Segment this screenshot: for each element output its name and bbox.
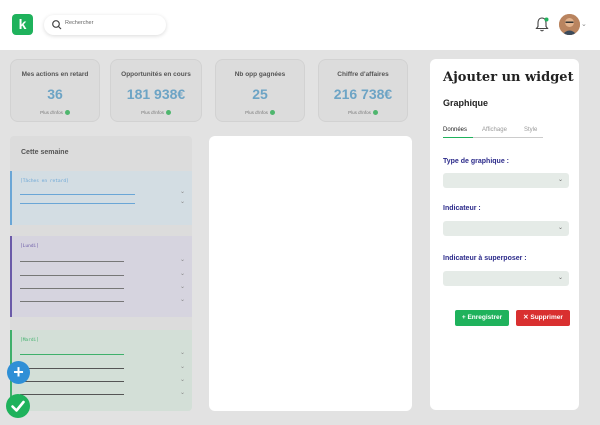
kpi-value: 36 [47, 86, 63, 102]
chevron-down-icon[interactable]: ⌄ [581, 20, 587, 28]
chevron-down-icon[interactable]: ⌄ [180, 296, 185, 303]
chevron-down-icon[interactable]: ⌄ [180, 363, 185, 370]
check-icon [11, 400, 25, 412]
chevron-down-icon[interactable]: ⌄ [180, 188, 185, 195]
kpi-value: 216 738€ [333, 86, 393, 102]
top-bar: k Rechercher ⌄ [0, 0, 600, 50]
close-icon: ✕ [523, 314, 529, 321]
kpi-title: Chiffre d'affaires [337, 71, 389, 78]
day-label: [Tâches en retard] [20, 179, 69, 184]
kpi-card-late-actions[interactable]: Mes actions en retard 36 Plus d'infos [10, 59, 100, 122]
day-section-monday[interactable]: [Lundi] ⌄ ⌄ ⌄ ⌄ [10, 236, 192, 317]
chevron-down-icon[interactable]: ⌄ [180, 389, 185, 396]
day-section-late-tasks[interactable]: [Tâches en retard] ⌄ ⌄ [10, 171, 192, 225]
chevron-down-icon[interactable]: ⌄ [180, 349, 185, 356]
tab-style[interactable]: Style [524, 127, 537, 136]
kpi-more-link[interactable]: Plus d'infos [111, 110, 201, 116]
save-button[interactable]: + Enregistrer [455, 310, 509, 326]
widget-title: Cette semaine [21, 149, 69, 156]
panel-title: Ajouter un widget [443, 70, 574, 85]
info-dot-icon [372, 110, 378, 116]
task-line [20, 194, 135, 195]
plus-icon: + [461, 314, 466, 321]
info-dot-icon [165, 110, 171, 116]
kpi-title: Opportunités en cours [121, 71, 191, 78]
kpi-card-opportunities[interactable]: Opportunités en cours 181 938€ Plus d'in… [110, 59, 202, 122]
search-box[interactable]: Rechercher [44, 15, 166, 35]
add-floating-button[interactable]: + [7, 361, 30, 384]
chevron-down-icon[interactable]: ⌄ [180, 270, 185, 277]
chevron-down-icon[interactable]: ⌄ [180, 256, 185, 263]
task-line [20, 288, 124, 289]
plus-icon: + [13, 362, 24, 382]
kpi-title: Nb opp gagnées [234, 71, 286, 78]
kpi-more-link[interactable]: Plus d'infos [11, 110, 99, 116]
overlay-indicator-select[interactable]: ⌄ [443, 271, 569, 286]
chevron-down-icon: ⌄ [557, 275, 563, 281]
panel-subtitle: Graphique [443, 98, 489, 108]
task-line [20, 354, 124, 355]
task-line [20, 203, 135, 204]
day-label: [Mardi] [20, 338, 39, 343]
bell-icon[interactable] [534, 16, 550, 33]
field-label-indicator: Indicateur : [443, 205, 481, 212]
add-widget-panel: Ajouter un widget Graphique Données Affi… [430, 59, 579, 410]
chevron-down-icon: ⌄ [557, 177, 563, 183]
chevron-down-icon: ⌄ [557, 225, 563, 231]
chevron-down-icon[interactable]: ⌄ [180, 283, 185, 290]
this-week-widget: Cette semaine [Tâches en retard] ⌄ ⌄ [Lu… [10, 136, 192, 411]
field-label-overlay-indicator: Indicateur à superposer : [443, 255, 527, 262]
app-logo[interactable]: k [12, 14, 33, 35]
validate-floating-button[interactable] [6, 394, 30, 418]
search-icon [52, 20, 62, 30]
task-line [20, 368, 124, 369]
task-line [20, 394, 124, 395]
chart-type-select[interactable]: ⌄ [443, 173, 569, 188]
avatar[interactable] [559, 14, 580, 35]
search-input[interactable]: Rechercher [65, 20, 93, 26]
delete-button[interactable]: ✕ Supprimer [516, 310, 570, 326]
day-section-tuesday[interactable]: [Mardi] ⌄ ⌄ ⌄ ⌄ [10, 330, 192, 411]
kpi-title: Mes actions en retard [21, 71, 89, 78]
chevron-down-icon[interactable]: ⌄ [180, 198, 185, 205]
kpi-more-link[interactable]: Plus d'infos [216, 110, 304, 116]
kpi-card-won-opportunities[interactable]: Nb opp gagnées 25 Plus d'infos [215, 59, 305, 122]
widget-preview-area [209, 136, 412, 411]
kpi-more-link[interactable]: Plus d'infos [319, 110, 407, 116]
tab-underline [443, 137, 543, 138]
kpi-value: 181 938€ [126, 86, 186, 102]
indicator-select[interactable]: ⌄ [443, 221, 569, 236]
tab-affichage[interactable]: Affichage [482, 127, 507, 136]
field-label-chart-type: Type de graphique : [443, 158, 509, 165]
task-line [20, 301, 124, 302]
info-dot-icon [269, 110, 275, 116]
task-line [20, 381, 124, 382]
info-dot-icon [64, 110, 70, 116]
day-label: [Lundi] [20, 244, 39, 249]
kpi-value: 25 [252, 86, 268, 102]
task-line [20, 275, 124, 276]
task-line [20, 261, 124, 262]
kpi-card-revenue[interactable]: Chiffre d'affaires 216 738€ Plus d'infos [318, 59, 408, 122]
tab-donnees[interactable]: Données [443, 127, 467, 136]
chevron-down-icon[interactable]: ⌄ [180, 376, 185, 383]
user-photo-icon [559, 14, 580, 35]
